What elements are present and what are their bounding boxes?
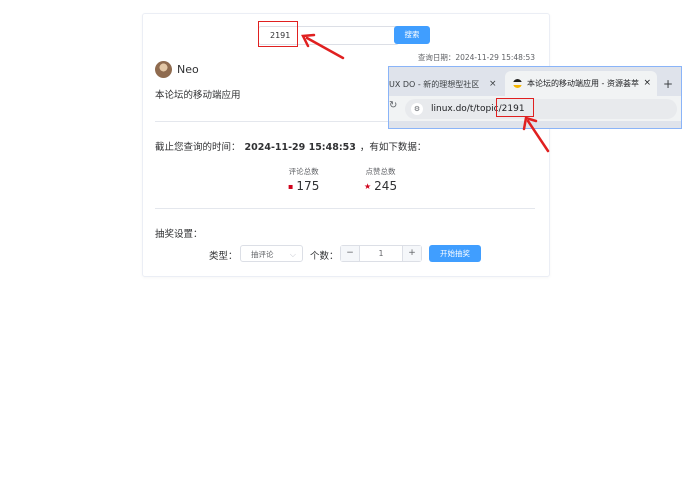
arrow-icon: [301, 33, 345, 60]
arrow-icon: [522, 116, 550, 153]
annotation-arrows: [301, 33, 550, 153]
